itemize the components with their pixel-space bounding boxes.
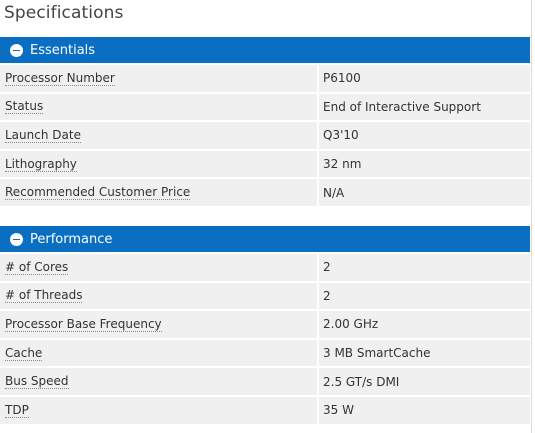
table-row: Bus Speed 2.5 GT/s DMI [0,368,530,397]
spec-label[interactable]: # of Cores [5,260,69,275]
spec-label[interactable]: Lithography [5,157,77,172]
spec-value: 3 MB SmartCache [323,346,431,361]
minus-circle-icon[interactable] [10,232,23,246]
spec-label[interactable]: Bus Speed [5,374,69,390]
minus-circle-icon[interactable] [10,43,23,57]
table-row: # of Threads 2 [0,282,530,312]
divider [531,0,532,433]
spec-label[interactable]: Cache [5,346,43,361]
spec-value: N/A [323,185,345,200]
section-performance: Performance # of Cores 2 # of Threads 2 … [0,226,530,426]
table-row: Lithography 32 nm [0,150,530,180]
table-row: Processor Base Frequency 2.00 GHz [0,311,530,340]
spec-label[interactable]: Recommended Customer Price [5,185,191,201]
table-row: Cache 3 MB SmartCache [0,339,530,369]
spec-value: 2 [323,288,331,303]
spec-table: Processor Number P6100 Status End of Int… [0,65,530,208]
table-row: Launch Date Q3'10 [0,122,530,151]
spec-value: End of Interactive Support [323,99,481,114]
table-row: Recommended Customer Price N/A [0,179,530,208]
spec-value: 32 nm [323,157,362,172]
spec-label[interactable]: # of Threads [5,288,83,304]
section-title: Essentials [30,42,96,58]
spec-value: 2 [323,260,331,275]
table-row: Status End of Interactive Support [0,93,530,123]
spec-value: Q3'10 [323,128,359,143]
spec-value: 35 W [323,403,354,418]
section-essentials: Essentials Processor Number P6100 Status… [0,37,530,208]
table-row: Processor Number P6100 [0,65,530,94]
spec-value: 2.5 GT/s DMI [323,374,400,389]
section-title: Performance [30,231,113,247]
spec-value: P6100 [323,71,361,86]
spec-value: 2.00 GHz [323,317,379,332]
page-title: Specifications [4,3,124,23]
section-header-essentials[interactable]: Essentials [0,37,530,63]
spec-label[interactable]: Processor Base Frequency [5,317,162,332]
spec-table: # of Cores 2 # of Threads 2 Processor Ba… [0,254,530,426]
section-header-performance[interactable]: Performance [0,226,530,252]
spec-label[interactable]: Launch Date [5,128,81,143]
spec-label[interactable]: Status [5,99,44,115]
table-row: # of Cores 2 [0,254,530,283]
spec-label[interactable]: TDP [5,403,29,418]
spec-label[interactable]: Processor Number [5,71,115,86]
table-row: TDP 35 W [0,396,530,426]
